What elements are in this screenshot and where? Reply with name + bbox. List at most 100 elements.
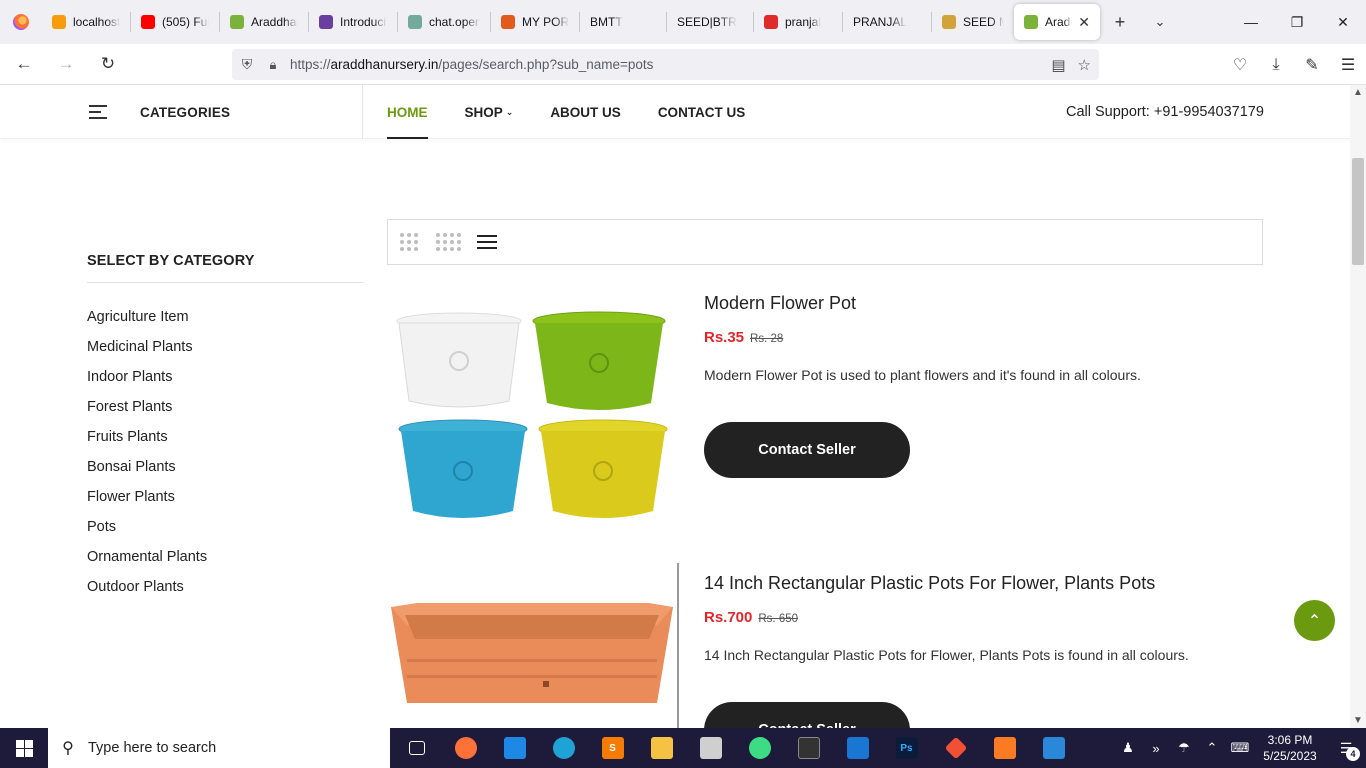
categories-toggle[interactable]: CATEGORIES (0, 85, 363, 139)
bookmark-star-icon[interactable]: ☆ (1078, 56, 1091, 74)
terminal-icon[interactable] (784, 728, 833, 768)
notifications-icon[interactable]: ☰ 4 (1326, 740, 1366, 761)
menu-shop[interactable]: SHOP ⌄ (465, 85, 514, 139)
office-icon[interactable] (686, 728, 735, 768)
product-title[interactable]: Modern Flower Pot (704, 293, 856, 314)
keyboard-icon[interactable]: ⌨ (1226, 740, 1254, 756)
sublime-text-icon[interactable]: S (588, 728, 637, 768)
clock[interactable]: 3:06 PM 5/25/2023 (1254, 732, 1326, 764)
downloads-icon[interactable]: ⤓ (1258, 56, 1294, 74)
category-link[interactable]: Indoor Plants (87, 368, 207, 398)
taskbar-search-placeholder: Type here to search (88, 740, 217, 756)
browser-tab[interactable]: Araddhanursery (220, 4, 308, 40)
list-all-tabs-icon[interactable]: ⌄ (1140, 0, 1180, 44)
product-title[interactable]: 14 Inch Rectangular Plastic Pots For Flo… (704, 573, 1155, 594)
list-view-icon[interactable] (477, 235, 497, 249)
store-icon[interactable] (490, 728, 539, 768)
file-explorer-icon[interactable] (637, 728, 686, 768)
photoshop-icon[interactable]: Ps (882, 728, 931, 768)
reload-icon[interactable]: ↻ (90, 48, 126, 80)
clock-date: 5/25/2023 (1263, 749, 1317, 763)
new-tab-button[interactable]: + (1100, 0, 1140, 44)
forward-icon[interactable]: → (48, 48, 84, 80)
browser-tab[interactable]: SEED|BTR (667, 4, 753, 40)
show-hidden-icons-icon[interactable]: ⌃ (1198, 740, 1226, 756)
task-view-icon[interactable] (392, 728, 441, 768)
tab-label: localhost (73, 15, 120, 29)
category-link[interactable]: Outdoor Plants (87, 578, 207, 608)
category-link[interactable]: Fruits Plants (87, 428, 207, 458)
scroll-up-icon[interactable]: ▲ (1350, 87, 1366, 98)
git-icon[interactable] (931, 728, 980, 768)
contact-seller-button[interactable]: Contact Seller (704, 702, 910, 728)
firefox-menu-icon[interactable] (0, 0, 42, 44)
browser-tab[interactable]: BMTT (580, 4, 666, 40)
windows-start-icon[interactable] (0, 728, 48, 768)
overflow-chevron-icon[interactable]: » (1142, 741, 1170, 756)
scrollbar-thumb[interactable] (1352, 158, 1364, 265)
back-icon[interactable]: ← (6, 48, 42, 80)
restore-icon[interactable]: ❐ (1274, 0, 1320, 44)
product-image[interactable] (387, 283, 679, 533)
categories-menu-icon[interactable] (89, 105, 107, 119)
browser-tab[interactable]: localhost (42, 4, 130, 40)
category-link[interactable]: Forest Plants (87, 398, 207, 428)
url-bar[interactable]: ⛨ 🔒︎ https://araddhanursery.in/pages/sea… (232, 49, 1099, 80)
product-image[interactable] (387, 563, 679, 728)
category-link[interactable]: Ornamental Plants (87, 548, 207, 578)
category-link[interactable]: Medicinal Plants (87, 338, 207, 368)
browser-tab[interactable]: Introducing (309, 4, 397, 40)
browser-tab[interactable]: SEED MI (932, 4, 1014, 40)
product-old-price: Rs. 650 (758, 613, 799, 625)
grid-4-view-icon[interactable] (436, 233, 461, 251)
product-price: Rs.700 Rs. 650 (704, 609, 799, 626)
tracking-protection-icon[interactable]: ⛨ (232, 56, 262, 73)
page-scrollbar[interactable]: ▲ ▼ (1350, 85, 1366, 728)
xampp-icon[interactable] (980, 728, 1029, 768)
browser-tab[interactable]: Araddhanursery ✕ (1014, 4, 1100, 40)
category-link[interactable]: Pots (87, 518, 207, 548)
windows-taskbar: ⚲ Type here to search S Ps ♟ » ☂ ⌃ ⌨ 3:0… (0, 728, 1366, 768)
menu-contact-us[interactable]: CONTACT US (658, 85, 746, 139)
browser-tab[interactable]: chat.openai (398, 4, 490, 40)
tab-label: BMTT (590, 15, 623, 29)
mail-icon[interactable] (833, 728, 882, 768)
youtube-icon (141, 15, 155, 29)
category-link[interactable]: Bonsai Plants (87, 458, 207, 488)
firefox-taskbar-icon[interactable] (441, 728, 490, 768)
minimize-icon[interactable]: — (1228, 0, 1274, 44)
photos-icon[interactable] (1029, 728, 1078, 768)
emblem-icon (942, 15, 956, 29)
close-tab-icon[interactable]: ✕ (1078, 14, 1090, 31)
scroll-down-icon[interactable]: ▼ (1350, 715, 1366, 726)
tab-label: Araddhanursery (251, 15, 298, 29)
url-text[interactable]: https://araddhanursery.in/pages/search.p… (290, 57, 653, 72)
android-studio-icon[interactable] (735, 728, 784, 768)
user-icon[interactable]: ♟ (1114, 740, 1142, 756)
browser-tab[interactable]: (505) Full (131, 4, 219, 40)
tab-label: pranjal (785, 15, 822, 29)
scroll-to-top-button[interactable]: ⌃ (1294, 600, 1335, 641)
grid-3-view-icon[interactable] (400, 233, 418, 251)
lock-icon[interactable]: 🔒︎ (262, 57, 284, 73)
category-link[interactable]: Flower Plants (87, 488, 207, 518)
pocket-icon[interactable]: ♡ (1222, 55, 1258, 75)
chevron-down-icon: ⌄ (505, 106, 514, 117)
app-menu-icon[interactable]: ☰ (1330, 55, 1366, 75)
reader-view-icon[interactable]: ▤ (1051, 56, 1065, 74)
browser-tab[interactable]: pranjal (754, 4, 842, 40)
browser-tab[interactable]: MY PORTFOLIO (491, 4, 579, 40)
menu-about-us[interactable]: ABOUT US (550, 85, 621, 139)
extensions-icon[interactable]: ✎ (1294, 55, 1330, 75)
menu-home[interactable]: HOME (387, 85, 428, 139)
browser-tab[interactable]: PRANJAL (843, 4, 931, 40)
contact-seller-button[interactable]: Contact Seller (704, 422, 910, 478)
main-menu: HOME SHOP ⌄ ABOUT US CONTACT US (387, 85, 745, 139)
weather-umbrella-icon[interactable]: ☂ (1170, 740, 1198, 756)
edge-icon[interactable] (539, 728, 588, 768)
tab-label: Araddhanursery (1045, 15, 1072, 29)
product-card: 14 Inch Rectangular Plastic Pots For Flo… (387, 563, 1263, 728)
category-link[interactable]: Agriculture Item (87, 308, 207, 338)
close-window-icon[interactable]: ✕ (1320, 0, 1366, 44)
taskbar-search[interactable]: ⚲ Type here to search (48, 728, 390, 768)
